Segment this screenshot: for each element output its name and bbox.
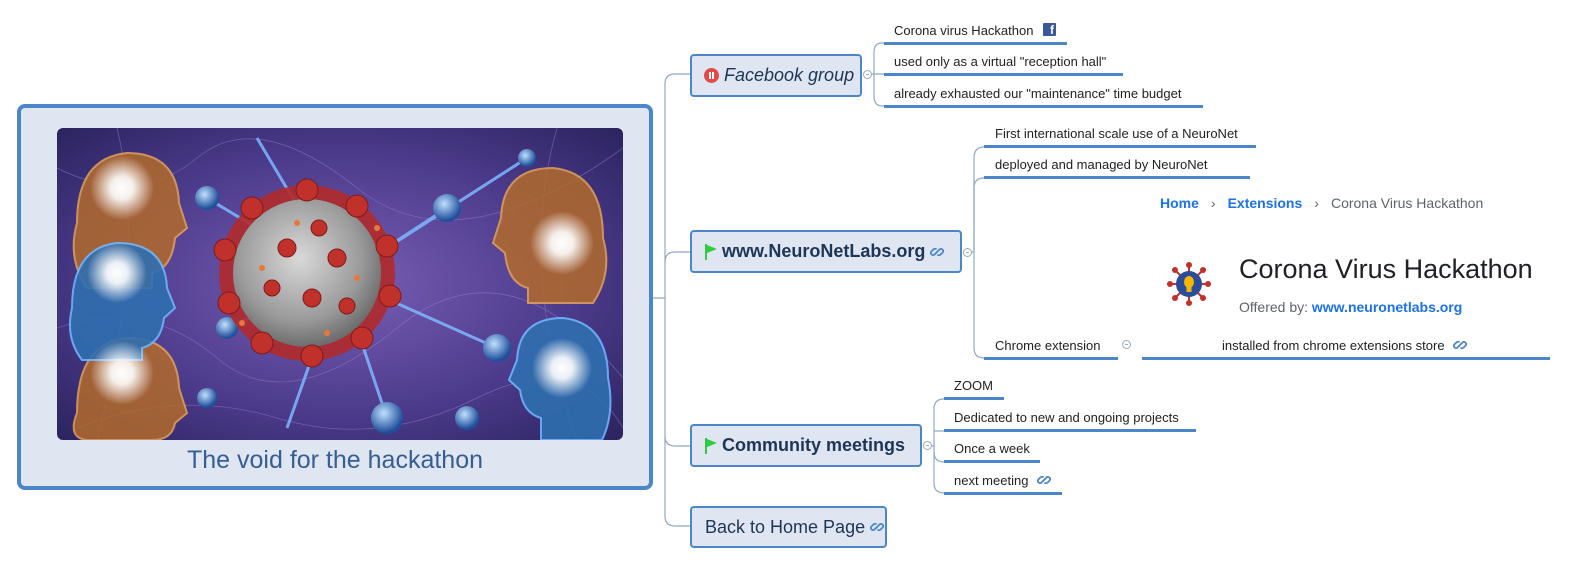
- subtopic: next meeting: [954, 473, 1052, 488]
- link-icon[interactable]: [930, 245, 945, 259]
- extension-logo: [1167, 262, 1211, 306]
- subtopic: ZOOM: [954, 378, 993, 393]
- collapse-toggle[interactable]: [863, 70, 872, 79]
- subtopic: used only as a virtual "reception hall": [894, 54, 1107, 69]
- collapse-toggle[interactable]: [923, 441, 932, 450]
- topic-label: www.NeuroNetLabs.org: [722, 241, 926, 261]
- breadcrumb: Home › Extensions › Corona Virus Hackathon: [1160, 195, 1483, 211]
- central-title: The void for the hackathon: [186, 446, 484, 474]
- chevron-right-icon: ›: [1210, 195, 1216, 211]
- subtopic-underline: [884, 42, 1067, 45]
- offered-by: Offered by: www.neuronetlabs.org: [1239, 299, 1462, 315]
- breadcrumb-current: Corona Virus Hackathon: [1330, 195, 1484, 211]
- flag-icon: [705, 437, 717, 454]
- breadcrumb-home[interactable]: Home: [1160, 195, 1199, 211]
- link-icon[interactable]: [1037, 473, 1052, 487]
- subtopic-underline: [944, 492, 1062, 495]
- subtopic: installed from chrome extensions store: [1222, 338, 1468, 353]
- topic-neuronetlabs[interactable]: www.NeuroNetLabs.org: [690, 230, 962, 273]
- link-icon[interactable]: [870, 520, 885, 534]
- pause-icon: [704, 68, 719, 83]
- subtopic: First international scale use of a Neuro…: [995, 126, 1238, 141]
- subtopic-label: next meeting: [954, 473, 1029, 488]
- subtopic-chrome-extension: Chrome extension: [995, 338, 1101, 353]
- subtopic-underline: [944, 397, 1004, 400]
- topic-label: Community meetings: [722, 435, 906, 455]
- collapse-toggle[interactable]: [1122, 340, 1131, 349]
- subtopic: Once a week: [954, 441, 1030, 456]
- offered-by-link[interactable]: www.neuronetlabs.org: [1312, 299, 1462, 315]
- breadcrumb-extensions[interactable]: Extensions: [1228, 195, 1303, 211]
- subtopic-underline: [984, 357, 1118, 360]
- subtopic: deployed and managed by NeuroNet: [995, 157, 1208, 172]
- subtopic: already exhausted our "maintenance" time…: [894, 86, 1182, 101]
- central-topic[interactable]: The void for the hackathon: [17, 104, 653, 490]
- central-image: [57, 128, 623, 440]
- topic-label: Back to Home Page: [705, 516, 866, 537]
- subtopic: Corona virus Hackathon: [894, 23, 1034, 38]
- subtopic-underline: [884, 73, 1123, 76]
- subtopic-underline: [1142, 357, 1550, 360]
- topic-label: Facebook group: [724, 65, 855, 85]
- subtopic-label: installed from chrome extensions store: [1222, 338, 1445, 353]
- subtopic-underline: [884, 105, 1203, 108]
- topic-facebook-group[interactable]: Facebook group: [690, 54, 862, 97]
- subtopic-underline: [944, 429, 1196, 432]
- collapse-toggle[interactable]: [963, 248, 972, 257]
- topic-back-to-home[interactable]: Back to Home Page: [690, 506, 887, 548]
- link-icon[interactable]: [1453, 338, 1468, 352]
- subtopic-underline: [984, 145, 1256, 148]
- subtopic-underline: [944, 460, 1040, 463]
- flag-icon: [705, 243, 717, 260]
- facebook-icon[interactable]: f: [1043, 23, 1056, 37]
- topic-community-meetings[interactable]: Community meetings: [690, 424, 922, 467]
- extension-title: Corona Virus Hackathon: [1239, 254, 1533, 284]
- subtopic-underline: [984, 176, 1250, 179]
- offered-by-label: Offered by:: [1239, 299, 1309, 315]
- subtopic: Dedicated to new and ongoing projects: [954, 410, 1179, 425]
- chevron-right-icon: ›: [1314, 195, 1319, 211]
